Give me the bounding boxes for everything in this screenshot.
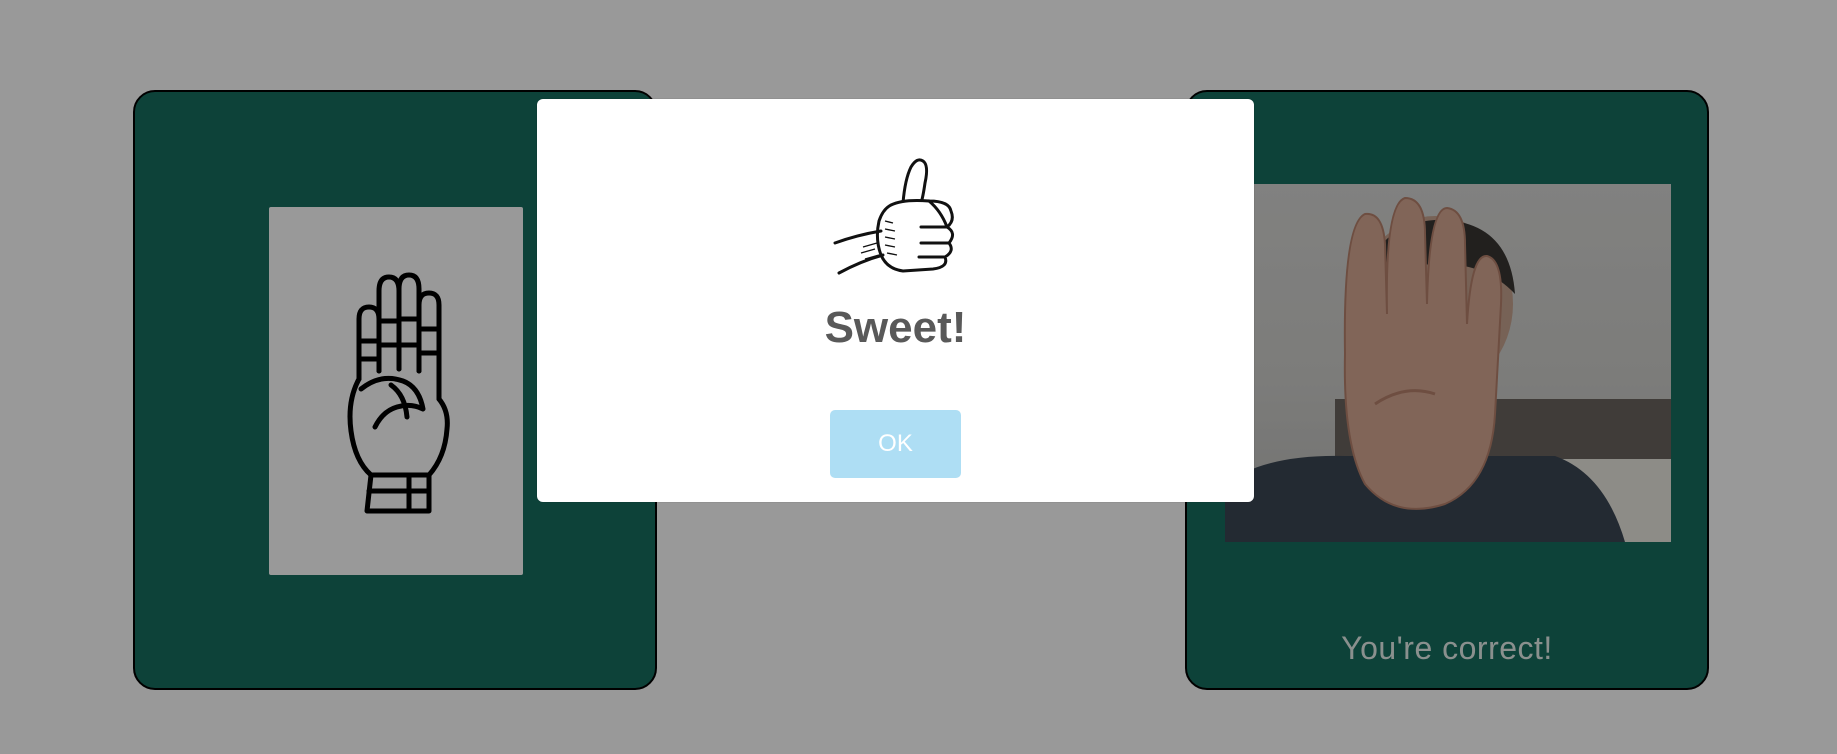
ok-button[interactable]: OK	[830, 410, 961, 478]
modal-title: Sweet!	[824, 303, 967, 352]
success-modal: Sweet! OK	[537, 99, 1254, 502]
thumbs-up-icon	[833, 158, 954, 275]
